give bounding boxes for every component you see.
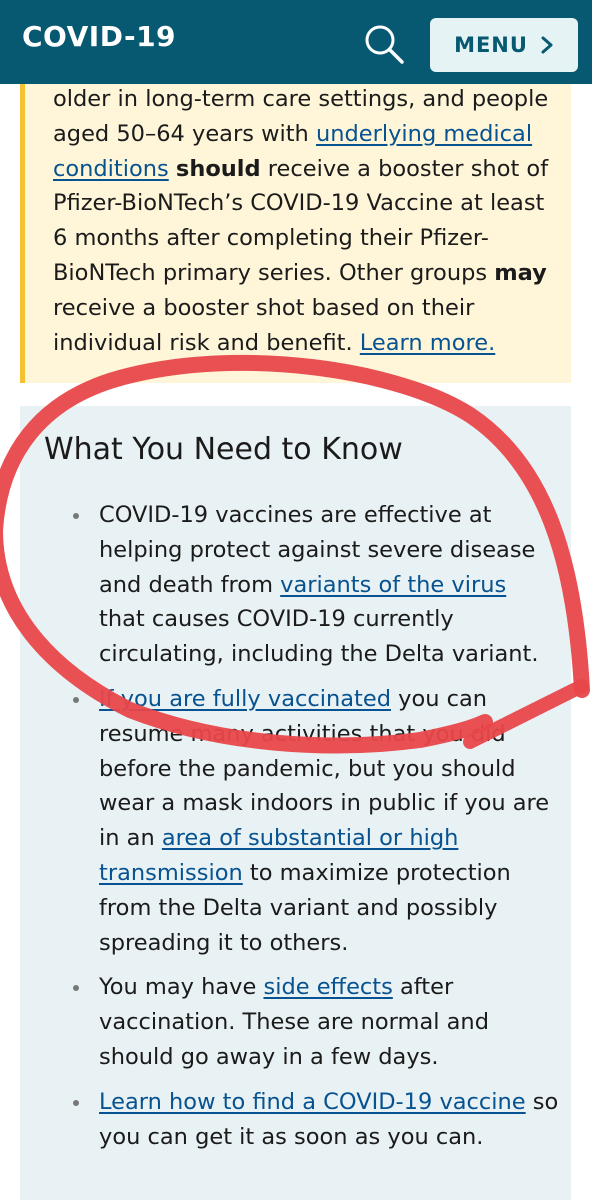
site-header: COVID-19 MENU bbox=[0, 0, 592, 84]
menu-button[interactable]: MENU bbox=[430, 18, 578, 72]
page: COVID-19 MENU older in long-term care se… bbox=[0, 0, 592, 1200]
section-heading: What You Need to Know bbox=[44, 432, 403, 467]
booster-emphasis-may: may bbox=[494, 259, 547, 286]
search-icon[interactable] bbox=[362, 22, 406, 66]
list-item: You may have side effects after vaccinat… bbox=[73, 970, 559, 1074]
what-you-need-to-know-section: What You Need to Know COVID-19 vaccines … bbox=[20, 406, 571, 1200]
variants-link[interactable]: variants of the virus bbox=[280, 572, 506, 598]
learn-more-link[interactable]: Learn more. bbox=[360, 330, 495, 356]
item-text: You may have bbox=[99, 974, 264, 1001]
list-item: COVID-19 vaccines are effective at helpi… bbox=[73, 498, 559, 672]
list-item: Learn how to find a COVID-19 vaccine so … bbox=[73, 1085, 559, 1155]
item-text: that causes COVID-19 currently circulati… bbox=[99, 606, 539, 668]
header-title[interactable]: COVID-19 bbox=[22, 20, 176, 53]
side-effects-link[interactable]: side effects bbox=[263, 974, 392, 1000]
booster-callout: older in long-term care settings, and pe… bbox=[20, 84, 571, 383]
menu-label: MENU bbox=[454, 33, 528, 57]
booster-text: older in long-term care settings, and pe… bbox=[53, 82, 563, 360]
find-vaccine-link[interactable]: Learn how to find a COVID-19 vaccine bbox=[99, 1089, 526, 1115]
chevron-right-icon bbox=[541, 36, 553, 54]
list-item: If you are fully vaccinated you can resu… bbox=[73, 682, 559, 960]
key-points-list: COVID-19 vaccines are effective at helpi… bbox=[73, 498, 559, 1164]
fully-vaccinated-link[interactable]: If you are fully vaccinated bbox=[99, 686, 391, 712]
booster-emphasis-should: should bbox=[175, 155, 261, 182]
